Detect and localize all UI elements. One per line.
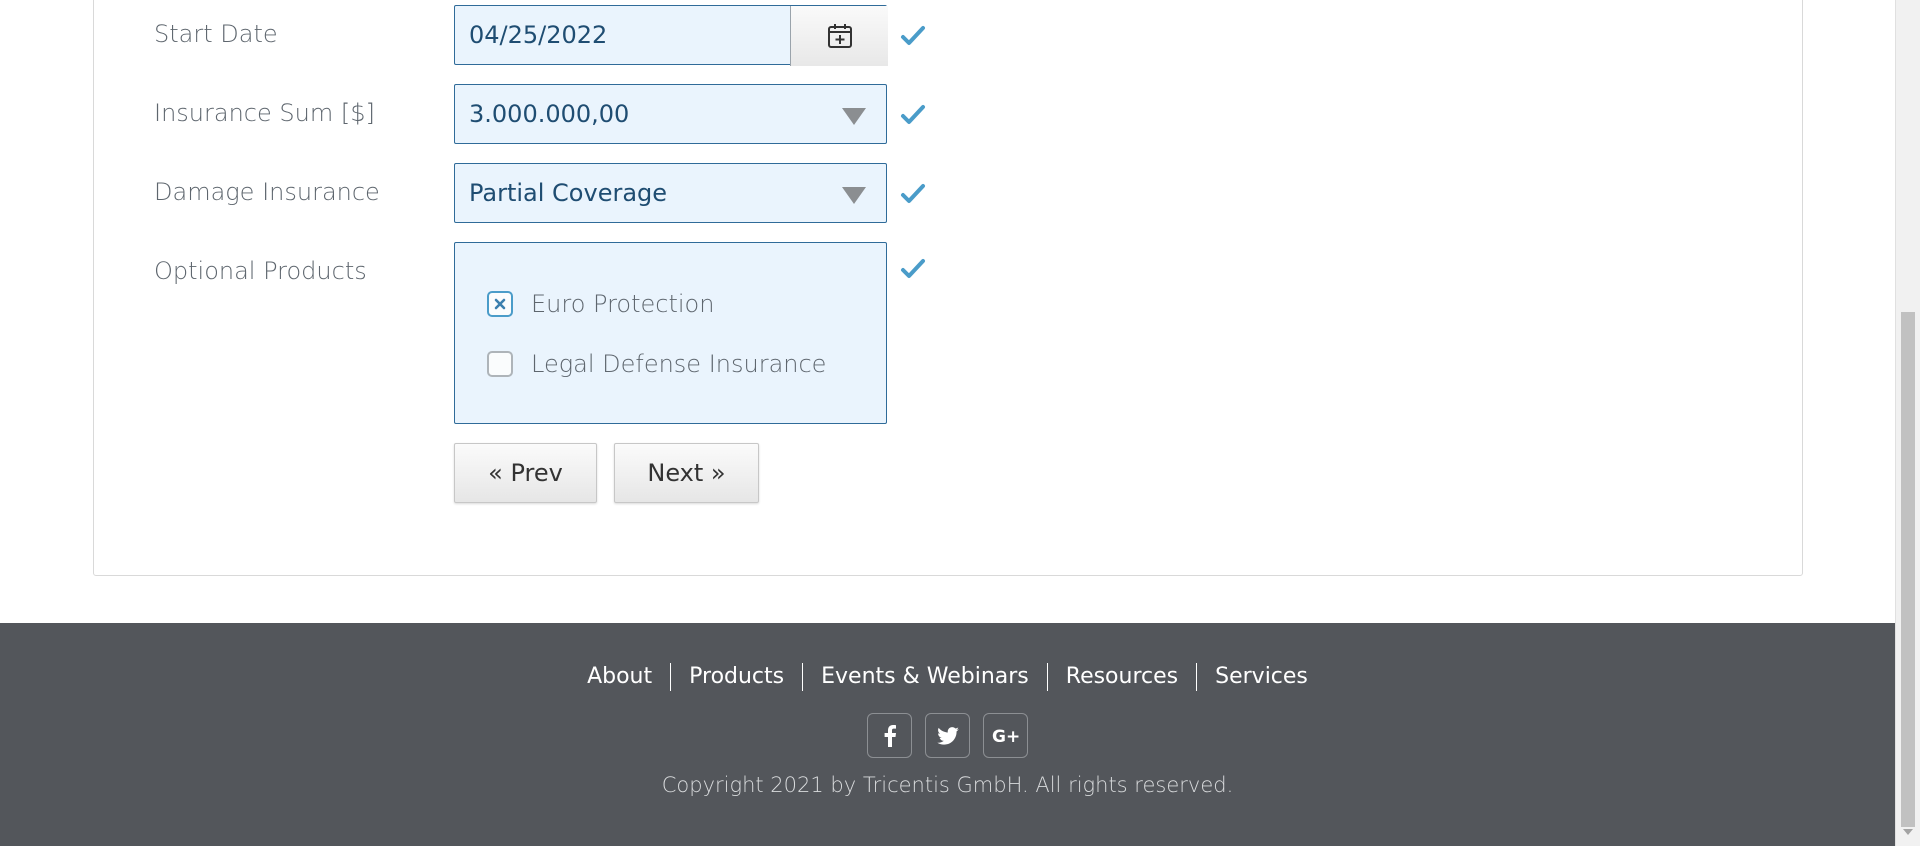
insurance-sum-select[interactable]: 3.000.000,00 [454, 84, 887, 144]
insurance-sum-label: Insurance Sum [$] [154, 99, 375, 127]
facebook-icon [884, 724, 896, 747]
footer-link-events[interactable]: Events & Webinars [802, 663, 1047, 691]
footer: About Products Events & Webinars Resources S… [0, 623, 1895, 846]
form-panel [93, 0, 1803, 576]
svg-text:G+: G+ [992, 727, 1020, 745]
twitter-button[interactable] [925, 713, 970, 758]
social-links: G+ [0, 713, 1895, 758]
footer-link-resources[interactable]: Resources [1046, 663, 1196, 691]
euro-protection-label: Euro Protection [531, 290, 715, 318]
scrollbar-thumb[interactable] [1901, 312, 1915, 827]
prev-button[interactable]: « Prev [454, 443, 597, 503]
vertical-scrollbar[interactable] [1895, 0, 1920, 846]
footer-link-about[interactable]: About [569, 663, 670, 691]
option-legal-defense[interactable]: Legal Defense Insurance [487, 349, 826, 379]
option-euro-protection[interactable]: Euro Protection [487, 289, 714, 319]
start-date-field[interactable]: 04/25/2022 [454, 5, 888, 66]
google-plus-button[interactable]: G+ [983, 713, 1028, 758]
legal-defense-checkbox[interactable] [487, 351, 513, 377]
main-content: Start Date 04/25/2022 Insurance Sum [$] … [0, 0, 1895, 623]
google-plus-icon: G+ [992, 727, 1020, 745]
footer-link-products[interactable]: Products [670, 663, 802, 691]
insurance-sum-value: 3.000.000,00 [469, 100, 630, 128]
start-date-label: Start Date [154, 20, 278, 48]
damage-insurance-label: Damage Insurance [154, 178, 380, 206]
copyright-text: Copyright 2021 by Tricentis GmbH. All ri… [661, 773, 1234, 797]
damage-insurance-select[interactable]: Partial Coverage [454, 163, 887, 223]
start-date-input[interactable]: 04/25/2022 [469, 6, 607, 64]
legal-defense-label: Legal Defense Insurance [531, 350, 827, 378]
next-button[interactable]: Next » [614, 443, 759, 503]
footer-links: About Products Events & Webinars Resources S… [0, 663, 1895, 691]
valid-check-icon [901, 184, 925, 203]
check-x-icon [494, 298, 506, 310]
calendar-icon [827, 24, 852, 48]
dropdown-arrow-icon [842, 108, 866, 125]
valid-check-icon [901, 26, 925, 45]
optional-products-label: Optional Products [154, 257, 367, 285]
twitter-icon [936, 726, 959, 745]
dropdown-arrow-icon [842, 187, 866, 204]
scroll-down-arrow-icon[interactable] [1903, 829, 1913, 835]
open-calendar-button[interactable] [790, 6, 888, 66]
euro-protection-checkbox[interactable] [487, 291, 513, 317]
valid-check-icon [901, 259, 925, 278]
damage-insurance-value: Partial Coverage [469, 179, 668, 207]
facebook-button[interactable] [867, 713, 912, 758]
optional-products-box: Euro Protection Legal Defense Insurance [454, 242, 887, 424]
footer-link-services[interactable]: Services [1196, 663, 1326, 691]
valid-check-icon [901, 105, 925, 124]
